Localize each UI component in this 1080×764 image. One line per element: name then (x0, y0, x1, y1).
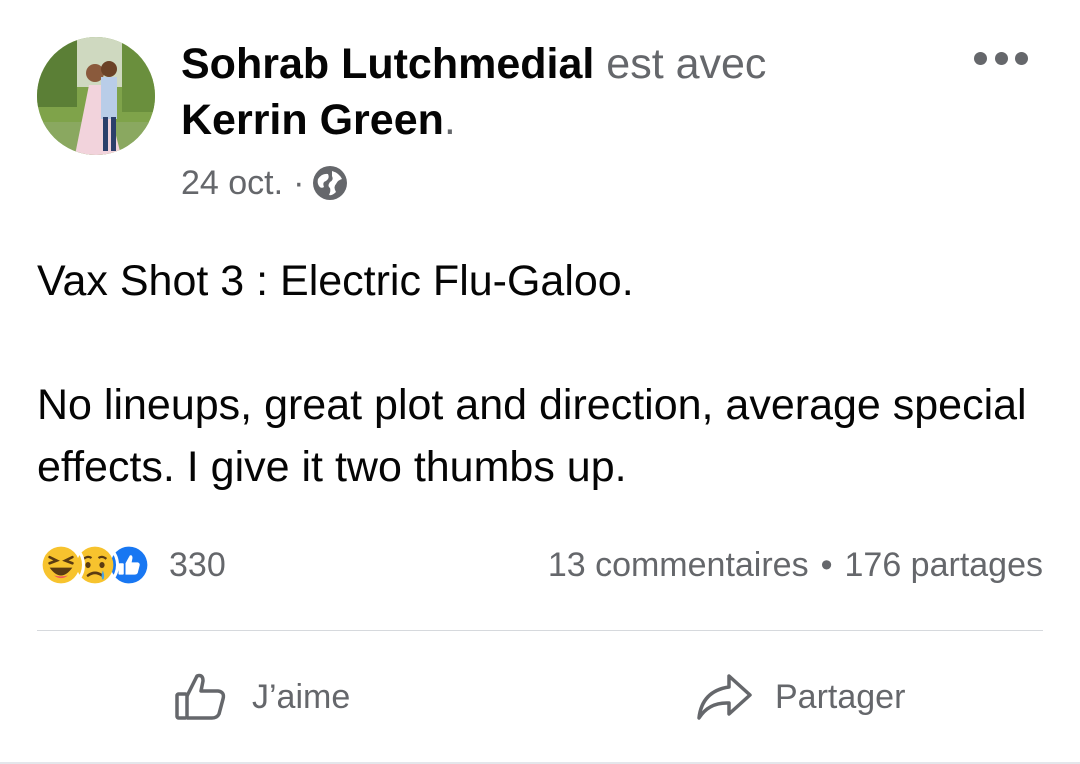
reactions-summary[interactable]: 330 (37, 538, 226, 592)
post-meta: 24 oct. · (181, 160, 348, 206)
post-header: Sohrab Lutchmedial est avec Kerrin Green… (181, 36, 901, 148)
post-body-line: No lineups, great plot and direction, av… (37, 381, 1027, 491)
haha-emoji-icon (37, 541, 85, 589)
like-label: J’aime (252, 677, 351, 716)
reaction-count: 330 (169, 545, 226, 584)
tagged-person[interactable]: Kerrin Green (181, 96, 444, 144)
share-arrow-icon (697, 674, 752, 720)
more-dot (1015, 51, 1028, 65)
more-options-icon[interactable] (974, 48, 1028, 68)
avatar-photo (37, 37, 155, 155)
shares-count[interactable]: 176 partages (845, 546, 1044, 585)
date-separator: · (293, 163, 305, 202)
post-date[interactable]: 24 oct. (181, 164, 283, 203)
author-name[interactable]: Sohrab Lutchmedial (181, 40, 594, 88)
like-button[interactable]: J’aime (172, 666, 350, 728)
comments-count[interactable]: 13 commentaires (548, 546, 809, 585)
share-label: Partager (775, 677, 906, 716)
avatar[interactable] (37, 37, 155, 155)
post-body: Vax Shot 3 : Electric Flu-Galoo. No line… (37, 250, 1047, 498)
thumbs-up-icon (175, 673, 226, 720)
more-dot (994, 51, 1008, 65)
stats-separator: • (820, 545, 833, 584)
post-body-line: Vax Shot 3 : Electric Flu-Galoo. (37, 257, 634, 305)
post-stats: 13 commentaires • 176 partages (548, 538, 1043, 592)
globe-icon (313, 166, 348, 200)
with-text: est avec (606, 40, 767, 88)
header-period: . (443, 96, 456, 144)
more-dot (974, 51, 987, 65)
divider (37, 630, 1043, 631)
facebook-post: Sohrab Lutchmedial est avec Kerrin Green… (0, 0, 1080, 764)
share-button[interactable]: Partager (695, 666, 905, 728)
